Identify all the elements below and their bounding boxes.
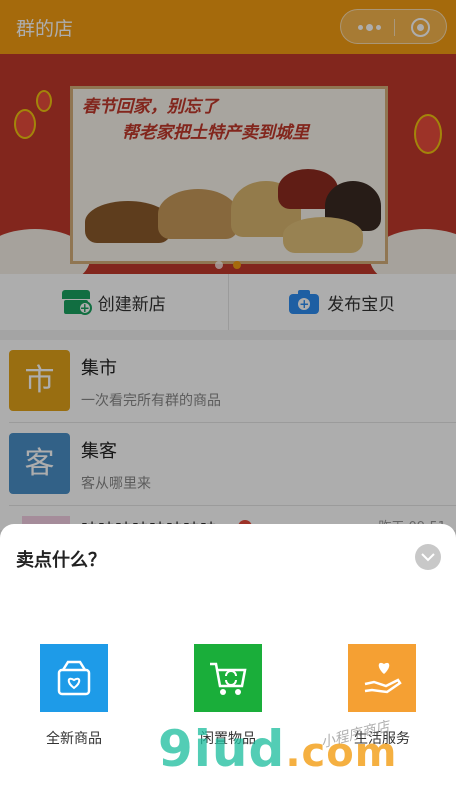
collapse-sheet-button[interactable] [415, 544, 441, 570]
new-goods-bag-icon [57, 660, 91, 696]
category-idle-items[interactable]: 闲置物品 [194, 644, 262, 747]
idle-cart-recycle-icon [210, 662, 247, 695]
sheet-title: 卖点什么？ [16, 550, 106, 571]
category-new-goods[interactable]: 全新商品 [40, 644, 108, 747]
category-life-services[interactable]: 生活服务 [348, 644, 416, 747]
category-label: 全新商品 [46, 731, 102, 747]
watermark-text: 9iud [158, 720, 286, 778]
chevron-down-icon [421, 553, 435, 562]
hand-heart-service-icon [364, 662, 402, 694]
